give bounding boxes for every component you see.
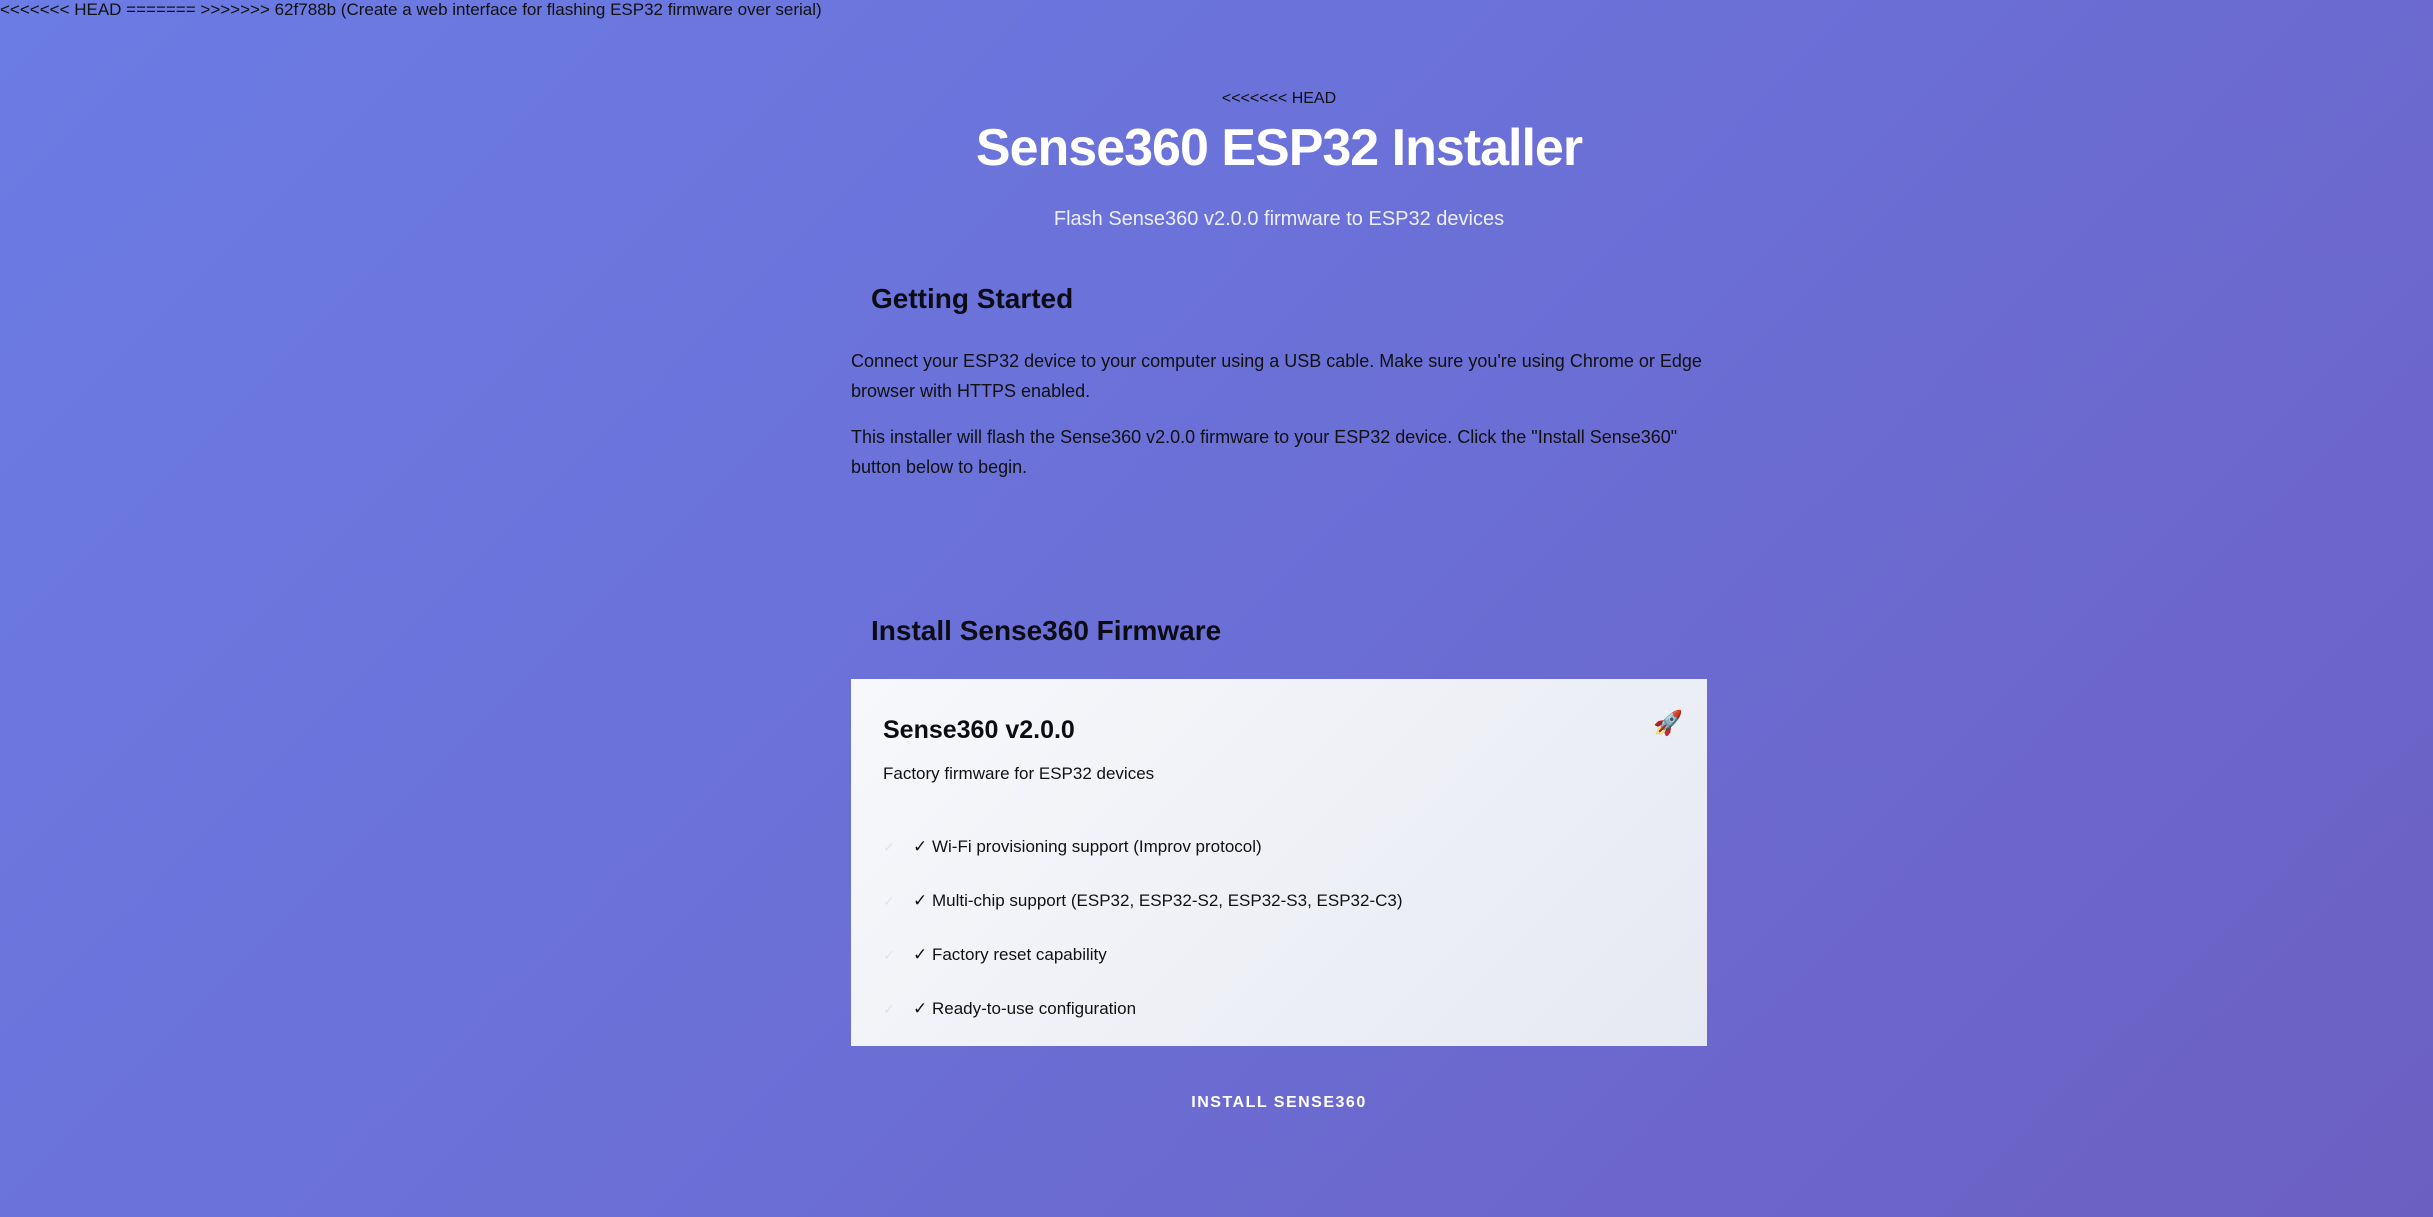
checkmark-icon: ✓ <box>883 1000 895 1017</box>
firmware-card-title: Sense360 v2.0.0 <box>883 716 1075 744</box>
install-heading: Install Sense360 Firmware <box>871 615 1222 646</box>
feature-label: ✓ Ready-to-use configuration <box>913 999 1137 1018</box>
firmware-card-description: Factory firmware for ESP32 devices <box>883 764 1155 783</box>
firmware-card: 🚀 Sense360 v2.0.0 Factory firmware for E… <box>851 679 1707 1046</box>
install-sense360-button[interactable]: INSTALL SENSE360 <box>1179 1086 1379 1120</box>
feature-item: ✓ ✓ Factory reset capability <box>883 928 1403 982</box>
checkmark-icon: ✓ <box>883 838 895 855</box>
merge-conflict-marker-head: <<<<<<< HEAD <box>1221 90 1337 107</box>
feature-label: ✓ Factory reset capability <box>913 945 1107 964</box>
feature-list: ✓ ✓ Wi-Fi provisioning support (Improv p… <box>883 820 1403 1036</box>
getting-started-paragraph-1: Connect your ESP32 device to your comput… <box>851 351 1702 401</box>
checkmark-icon: ✓ <box>883 892 895 909</box>
feature-label: ✓ Wi-Fi provisioning support (Improv pro… <box>913 837 1262 856</box>
page-subtitle: Flash Sense360 v2.0.0 firmware to ESP32 … <box>1053 208 1505 230</box>
rocket-icon: 🚀 <box>1653 710 1683 737</box>
feature-label: ✓ Multi-chip support (ESP32, ESP32-S2, E… <box>913 891 1403 910</box>
feature-item: ✓ ✓ Multi-chip support (ESP32, ESP32-S2,… <box>883 874 1403 928</box>
checkmark-icon: ✓ <box>883 946 895 963</box>
feature-item: ✓ ✓ Wi-Fi provisioning support (Improv p… <box>883 820 1403 874</box>
feature-item: ✓ ✓ Ready-to-use configuration <box>883 982 1403 1036</box>
merge-conflict-marker-top: <<<<<<< HEAD ======= >>>>>>> 62f788b (Cr… <box>0 0 822 19</box>
page-title: Sense360 ESP32 Installer <box>975 119 1583 177</box>
getting-started-heading: Getting Started <box>871 283 1074 314</box>
getting-started-paragraph-2: This installer will flash the Sense360 v… <box>851 427 1678 477</box>
